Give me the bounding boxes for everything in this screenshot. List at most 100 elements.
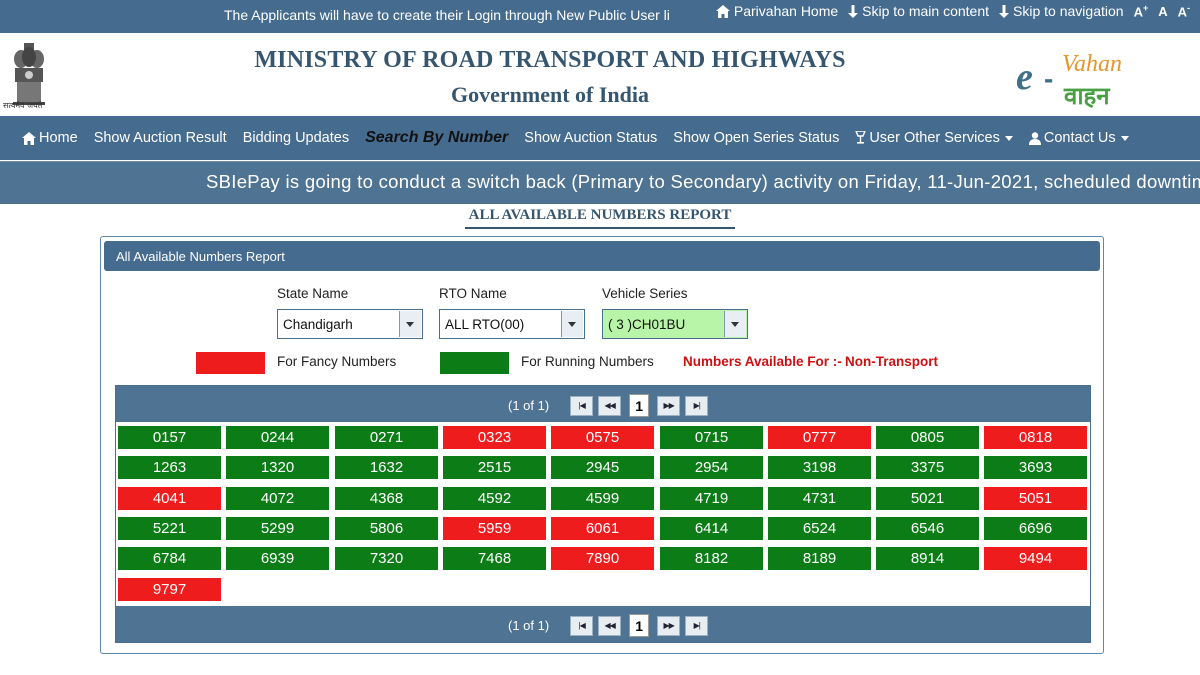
dropdown-arrow-icon[interactable] — [399, 311, 421, 337]
number-cell-6546[interactable]: 6546 — [876, 517, 979, 540]
number-cell-0271[interactable]: 0271 — [335, 426, 438, 449]
number-cell-0157[interactable]: 0157 — [118, 426, 221, 449]
number-cell-2515[interactable]: 2515 — [443, 456, 546, 479]
current-page[interactable]: 1 — [629, 614, 650, 637]
number-cell-4368[interactable]: 4368 — [335, 487, 438, 510]
available-for-label: Numbers Available For :- — [683, 354, 842, 369]
nav-show-open-series-status[interactable]: Show Open Series Status — [665, 130, 847, 146]
prev-page-button[interactable]: ◀◀ — [598, 615, 622, 636]
number-cell-4041[interactable]: 4041 — [118, 487, 221, 510]
government-subtitle: Government of India — [451, 82, 649, 107]
number-cell-6696[interactable]: 6696 — [984, 517, 1087, 540]
number-cell-6939[interactable]: 6939 — [226, 547, 329, 570]
number-cell-0777[interactable]: 0777 — [768, 426, 871, 449]
number-cell-6524[interactable]: 6524 — [768, 517, 871, 540]
number-cell-9494[interactable]: 9494 — [984, 547, 1087, 570]
current-page[interactable]: 1 — [629, 394, 650, 417]
number-cell-5021[interactable]: 5021 — [876, 487, 979, 510]
parivahan-home-label: Parivahan Home — [733, 3, 839, 20]
number-cell-3693[interactable]: 3693 — [984, 456, 1087, 479]
number-cell-4072[interactable]: 4072 — [226, 487, 329, 510]
number-cell-9797[interactable]: 9797 — [118, 578, 221, 601]
font-decrease-button[interactable]: A- — [1178, 3, 1190, 19]
nav-show-auction-result[interactable]: Show Auction Result — [86, 130, 235, 146]
announcement-text: SBIePay is going to conduct a switch bac… — [206, 171, 1200, 192]
dropdown-arrow-icon[interactable] — [561, 311, 583, 337]
vehicle-series-select[interactable]: ( 3 )CH01BU — [602, 309, 748, 339]
user-icon — [1028, 131, 1041, 145]
parivahan-home-link[interactable]: Parivahan Home — [715, 3, 839, 20]
number-cell-5806[interactable]: 5806 — [335, 517, 438, 540]
skip-main-link[interactable]: Skip to main content — [848, 3, 989, 19]
number-cell-0575[interactable]: 0575 — [551, 426, 654, 449]
number-cell-0805[interactable]: 0805 — [876, 426, 979, 449]
fancy-legend-text: For Fancy Numbers — [277, 354, 397, 369]
nav-label: Show Auction Result — [93, 130, 227, 146]
nav-label: Bidding Updates — [242, 130, 350, 146]
number-cell-4731[interactable]: 4731 — [768, 487, 871, 510]
number-cell-2954[interactable]: 2954 — [660, 456, 763, 479]
number-cell-0715[interactable]: 0715 — [660, 426, 763, 449]
logo-vahan-en: Vahan — [1062, 51, 1122, 77]
state-name-value: Chandigarh — [283, 317, 353, 332]
nav-show-auction-status[interactable]: Show Auction Status — [516, 130, 665, 146]
number-cell-6061[interactable]: 6061 — [551, 517, 654, 540]
skip-navigation-link[interactable]: Skip to navigation — [999, 3, 1124, 19]
category-value: Non-Transport — [845, 354, 938, 369]
logo-e: e — [1016, 56, 1033, 98]
font-normal-button[interactable]: A — [1158, 4, 1167, 19]
nav-search-by-number[interactable]: Search By Number — [357, 129, 516, 147]
next-page-button[interactable]: ▶▶ — [657, 395, 681, 416]
logo-vahan-hi: वाहन — [1064, 82, 1110, 110]
number-cell-8189[interactable]: 8189 — [768, 547, 871, 570]
number-cell-4592[interactable]: 4592 — [443, 487, 546, 510]
number-cell-5959[interactable]: 5959 — [443, 517, 546, 540]
rto-name-label: RTO Name — [439, 286, 507, 301]
number-cell-7468[interactable]: 7468 — [443, 547, 546, 570]
number-cell-0323[interactable]: 0323 — [443, 426, 546, 449]
number-cell-2945[interactable]: 2945 — [551, 456, 654, 479]
number-cell-3375[interactable]: 3375 — [876, 456, 979, 479]
last-page-button[interactable]: ▶| — [685, 395, 709, 416]
prev-page-button[interactable]: ◀◀ — [598, 395, 622, 416]
lamp-icon — [855, 131, 867, 144]
number-cell-3198[interactable]: 3198 — [768, 456, 871, 479]
last-page-button[interactable]: ▶| — [685, 615, 709, 636]
number-cell-6414[interactable]: 6414 — [660, 517, 763, 540]
rto-name-select[interactable]: ALL RTO(00) — [439, 309, 585, 339]
dropdown-arrow-icon[interactable] — [724, 311, 746, 337]
nav-contact-us[interactable]: Contact Us — [1021, 130, 1137, 146]
scrolling-notice: The Applicants will have to create their… — [224, 7, 670, 23]
next-page-button[interactable]: ▶▶ — [657, 615, 681, 636]
font-increase-button[interactable]: A+ — [1134, 3, 1149, 19]
pager-top: (1 of 1) |◀ ◀◀ 1 ▶▶ ▶| — [116, 386, 1090, 422]
nav-home[interactable]: Home — [0, 130, 86, 146]
home-icon — [22, 131, 36, 145]
number-cell-5221[interactable]: 5221 — [118, 517, 221, 540]
first-page-button[interactable]: |◀ — [570, 615, 594, 636]
number-cell-7890[interactable]: 7890 — [551, 547, 654, 570]
number-cell-4599[interactable]: 4599 — [551, 487, 654, 510]
nav-label: Search By Number — [365, 129, 509, 146]
vehicle-series-value: ( 3 )CH01BU — [608, 317, 686, 332]
first-page-button[interactable]: |◀ — [570, 395, 594, 416]
number-cell-4719[interactable]: 4719 — [660, 487, 763, 510]
nav-user-other-services[interactable]: User Other Services — [847, 130, 1021, 146]
number-cell-1263[interactable]: 1263 — [118, 456, 221, 479]
nav-label: Show Open Series Status — [673, 130, 840, 146]
number-cell-6784[interactable]: 6784 — [118, 547, 221, 570]
fancy-swatch — [196, 352, 265, 374]
number-cell-8182[interactable]: 8182 — [660, 547, 763, 570]
state-name-select[interactable]: Chandigarh — [277, 309, 423, 339]
number-cell-7320[interactable]: 7320 — [335, 547, 438, 570]
number-cell-5051[interactable]: 5051 — [984, 487, 1087, 510]
panel-title: All Available Numbers Report — [116, 249, 285, 264]
number-cell-1320[interactable]: 1320 — [226, 456, 329, 479]
nav-label: Show Auction Status — [524, 130, 658, 146]
number-cell-5299[interactable]: 5299 — [226, 517, 329, 540]
number-cell-8914[interactable]: 8914 — [876, 547, 979, 570]
number-cell-0244[interactable]: 0244 — [226, 426, 329, 449]
number-cell-1632[interactable]: 1632 — [335, 456, 438, 479]
nav-bidding-updates[interactable]: Bidding Updates — [235, 130, 357, 146]
number-cell-0818[interactable]: 0818 — [984, 426, 1087, 449]
